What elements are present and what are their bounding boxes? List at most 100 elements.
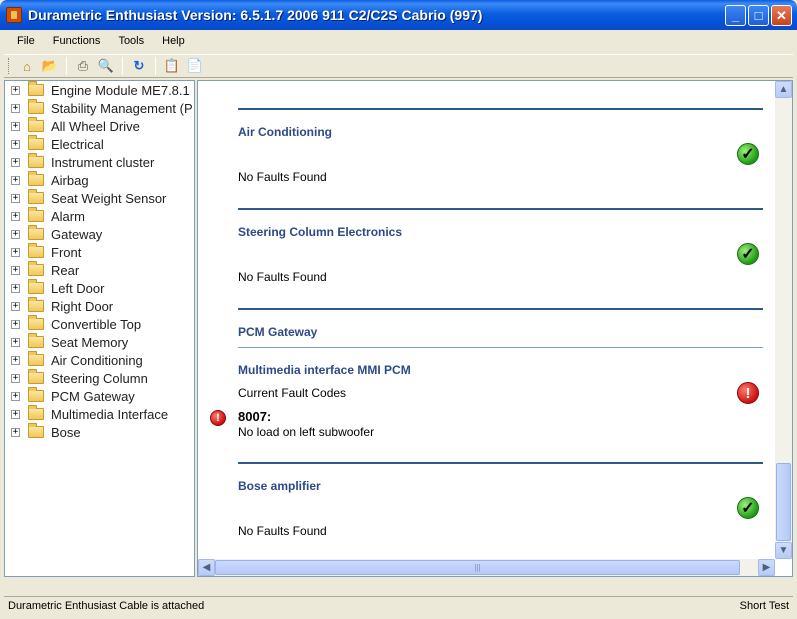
- tree-item-label: PCM Gateway: [51, 388, 135, 404]
- tree-item-label: Instrument cluster: [51, 154, 155, 170]
- window-title: Durametric Enthusiast Version: 6.5.1.7 2…: [28, 7, 483, 23]
- folder-icon: [28, 135, 44, 150]
- tree-item[interactable]: + Engine Module ME7.8.1: [5, 81, 194, 99]
- tree-item[interactable]: + Airbag: [5, 171, 194, 189]
- folder-icon: [28, 369, 44, 384]
- scroll-down-arrow-icon[interactable]: ▼: [775, 542, 792, 559]
- tree-item[interactable]: + Front: [5, 243, 194, 261]
- expand-plus-icon[interactable]: +: [11, 211, 20, 221]
- connection-status: Durametric Enthusiast Cable is attached: [8, 600, 205, 612]
- tree-item[interactable]: + Seat Memory: [5, 333, 194, 351]
- expand-plus-icon[interactable]: +: [11, 121, 20, 131]
- tree-item-label: Steering Column: [51, 370, 148, 386]
- close-button[interactable]: ✕: [771, 5, 792, 26]
- scroll-left-arrow-icon[interactable]: ◀: [198, 559, 215, 576]
- folder-icon: [28, 387, 44, 402]
- scroll-right-arrow-icon[interactable]: ▶: [758, 559, 775, 576]
- tree-item-label: Gateway: [51, 226, 103, 242]
- tree-item[interactable]: + Electrical: [5, 135, 194, 153]
- expand-plus-icon[interactable]: +: [11, 85, 20, 95]
- section-divider: [238, 347, 763, 348]
- section-title-bose-amplifier: Bose amplifier: [238, 479, 321, 493]
- tree-item-label: Multimedia Interface: [51, 406, 169, 422]
- tree-item[interactable]: + Bose: [5, 423, 194, 441]
- expand-plus-icon[interactable]: +: [11, 301, 20, 311]
- tree-item[interactable]: + Gateway: [5, 225, 194, 243]
- tree-item[interactable]: + Multimedia Interface: [5, 405, 194, 423]
- report-pane[interactable]: Air Conditioning ✓ No Faults Found Steer…: [197, 80, 793, 577]
- tree-item[interactable]: + Convertible Top: [5, 315, 194, 333]
- clear-codes-icon[interactable]: 📄: [185, 56, 205, 76]
- tree-item-label: Air Conditioning: [51, 352, 143, 368]
- tree-item[interactable]: + Alarm: [5, 207, 194, 225]
- toolbar-grip[interactable]: [8, 58, 11, 74]
- ok-check-icon: ✓: [737, 497, 759, 519]
- expand-plus-icon[interactable]: +: [11, 337, 20, 347]
- expand-plus-icon[interactable]: +: [11, 175, 20, 185]
- folder-icon: [28, 117, 44, 132]
- section-divider: [238, 208, 763, 210]
- scroll-up-arrow-icon[interactable]: ▲: [775, 81, 792, 98]
- expand-plus-icon[interactable]: +: [11, 229, 20, 239]
- expand-plus-icon[interactable]: +: [11, 139, 20, 149]
- print-icon[interactable]: ⎙: [73, 56, 93, 76]
- menu-help[interactable]: Help: [153, 35, 194, 47]
- ok-check-icon: ✓: [737, 243, 759, 265]
- expand-plus-icon[interactable]: +: [11, 193, 20, 203]
- tree-item[interactable]: + Left Door: [5, 279, 194, 297]
- section-status: No Faults Found: [238, 170, 327, 184]
- expand-plus-icon[interactable]: +: [11, 427, 20, 437]
- minimize-button[interactable]: _: [725, 5, 746, 26]
- expand-plus-icon[interactable]: +: [11, 283, 20, 293]
- menu-file[interactable]: File: [8, 35, 44, 47]
- expand-plus-icon[interactable]: +: [11, 409, 20, 419]
- folder-icon: [28, 315, 44, 330]
- scroll-thumb[interactable]: |||: [215, 560, 740, 575]
- section-title-air-conditioning: Air Conditioning: [238, 125, 332, 139]
- section-divider: [238, 308, 763, 310]
- tree-item[interactable]: + Instrument cluster: [5, 153, 194, 171]
- expand-plus-icon[interactable]: +: [11, 355, 20, 365]
- print-preview-icon[interactable]: 🔍: [96, 56, 116, 76]
- tree-item-label: Seat Weight Sensor: [51, 190, 167, 206]
- tree-item-label: Bose: [51, 424, 81, 440]
- menu-tools[interactable]: Tools: [109, 35, 153, 47]
- tree-item[interactable]: + Right Door: [5, 297, 194, 315]
- tree-item-label: Stability Management (P: [51, 100, 193, 116]
- expand-plus-icon[interactable]: +: [11, 157, 20, 167]
- scroll-thumb[interactable]: [776, 463, 791, 541]
- section-divider: [238, 108, 763, 110]
- tree-item[interactable]: + Stability Management (P: [5, 99, 194, 117]
- tree-item[interactable]: + Rear: [5, 261, 194, 279]
- tree-item-label: Left Door: [51, 280, 105, 296]
- report-vertical-scrollbar[interactable]: ▲ ▼: [775, 81, 792, 559]
- menu-bar: File Functions Tools Help: [4, 30, 793, 52]
- tree-item[interactable]: + Air Conditioning: [5, 351, 194, 369]
- module-tree[interactable]: + Engine Module ME7.8.1 + Stability Managem…: [4, 80, 195, 577]
- tree-item[interactable]: + PCM Gateway: [5, 387, 194, 405]
- expand-plus-icon[interactable]: +: [11, 103, 20, 113]
- tree-item[interactable]: + Steering Column: [5, 369, 194, 387]
- toolbar-separator: [122, 57, 123, 75]
- report-icon[interactable]: 📋: [162, 56, 182, 76]
- open-folder-icon[interactable]: 📂: [40, 56, 60, 76]
- folder-icon: [28, 171, 44, 186]
- toolbar: ⌂ 📂 ⎙ 🔍 ↻ 📋 📄: [4, 54, 793, 78]
- menu-functions[interactable]: Functions: [44, 35, 110, 47]
- tree-item[interactable]: + All Wheel Drive: [5, 117, 194, 135]
- app-icon[interactable]: [6, 7, 22, 23]
- expand-plus-icon[interactable]: +: [11, 265, 20, 275]
- status-bar: Durametric Enthusiast Cable is attached …: [4, 596, 793, 615]
- home-icon[interactable]: ⌂: [17, 56, 37, 76]
- fault-code-error-icon: !: [210, 410, 226, 426]
- expand-plus-icon[interactable]: +: [11, 319, 20, 329]
- refresh-icon[interactable]: ↻: [129, 56, 149, 76]
- report-horizontal-scrollbar[interactable]: ◀ ||| ▶: [198, 559, 775, 576]
- tree-item[interactable]: + Seat Weight Sensor: [5, 189, 194, 207]
- expand-plus-icon[interactable]: +: [11, 373, 20, 383]
- maximize-button[interactable]: □: [748, 5, 769, 26]
- folder-icon: [28, 81, 44, 96]
- expand-plus-icon[interactable]: +: [11, 391, 20, 401]
- expand-plus-icon[interactable]: +: [11, 247, 20, 257]
- tree-item-label: Right Door: [51, 298, 114, 314]
